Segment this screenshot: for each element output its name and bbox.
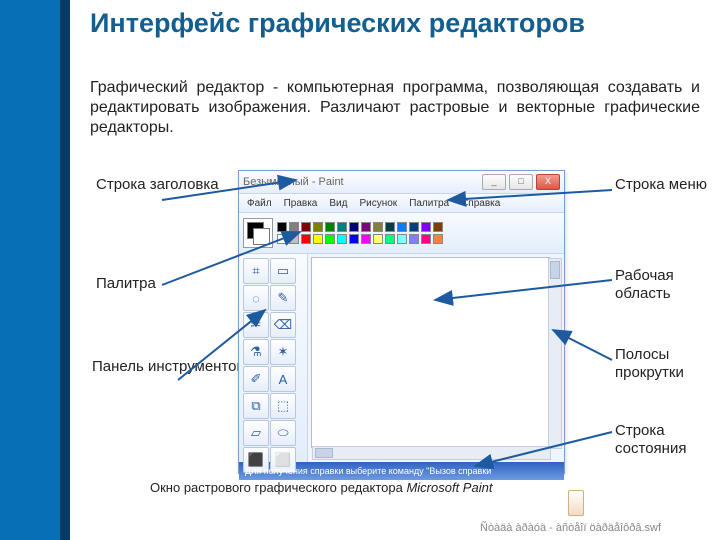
label-titlebar: Строка заголовка [96,176,219,194]
tool-button[interactable]: ⚗ [243,339,269,365]
label-statusbar: Строка состояния [615,422,720,458]
color-swatch[interactable] [349,234,359,244]
tool-button[interactable]: ⬭ [270,420,296,446]
paint-menubar: Файл Правка Вид Рисунок Палитра Справка [239,194,564,213]
paint-toolbox: ⌗▭◌✎✂⌫⚗✶✐A⧉⬚▱⬭⬛⬜ [239,254,308,462]
vertical-scrollbar[interactable] [548,258,562,449]
paint-body: ⌗▭◌✎✂⌫⚗✶✐A⧉⬚▱⬭⬛⬜ [239,254,564,462]
color-swatch[interactable] [337,234,347,244]
tool-button[interactable]: A [270,366,296,392]
tool-button[interactable]: ⬚ [270,393,296,419]
color-swatch[interactable] [337,222,347,232]
minimize-button[interactable]: _ [482,174,506,190]
menu-item[interactable]: Рисунок [359,198,397,209]
color-swatch[interactable] [301,222,311,232]
paint-titlebar[interactable]: Безымянный - Paint _ □ X [239,171,564,194]
color-swatch[interactable] [361,222,371,232]
color-swatch[interactable] [373,222,383,232]
paint-title-text: Безымянный - Paint [243,176,344,188]
maximize-button[interactable]: □ [509,174,533,190]
color-swatch[interactable] [313,234,323,244]
menu-item[interactable]: Правка [284,198,318,209]
color-grid [277,222,443,244]
color-swatch[interactable] [421,222,431,232]
color-swatch[interactable] [313,222,323,232]
label-workarea: Рабочая область [615,267,720,303]
tool-button[interactable]: ◌ [243,285,269,311]
garbled-footer-text: Ñòàäà àðàóä - àñòåîï öàðäåîôðâ.swf [480,522,661,534]
paint-palette [239,213,564,254]
color-swatch[interactable] [289,222,299,232]
color-swatch[interactable] [373,234,383,244]
color-swatch[interactable] [325,234,335,244]
slide-title: Интерфейс графических редакторов [90,8,585,39]
close-button[interactable]: X [536,174,560,190]
tool-button[interactable]: ✶ [270,339,296,365]
menu-item[interactable]: Справка [461,198,500,209]
status-text: Для получения справки выберите команду "… [245,466,494,476]
caption-prefix: Окно растрового графического редактора [150,480,406,495]
current-color-swatch[interactable] [243,218,273,248]
tool-button[interactable]: ✎ [270,285,296,311]
tool-button[interactable]: ▱ [243,420,269,446]
tool-button[interactable]: ✐ [243,366,269,392]
slide-description: Графический редактор - компьютерная прог… [90,78,700,138]
color-swatch[interactable] [409,234,419,244]
color-swatch[interactable] [433,222,443,232]
file-icon [568,490,584,516]
tool-button[interactable]: ✂ [243,312,269,338]
menu-item[interactable]: Вид [329,198,347,209]
tool-button[interactable]: ⧉ [243,393,269,419]
color-swatch[interactable] [301,234,311,244]
caption-emphasis: Microsoft Paint [406,480,492,495]
figure-caption: Окно растрового графического редактора M… [150,480,492,495]
horizontal-scrollbar[interactable] [312,446,551,460]
color-swatch[interactable] [325,222,335,232]
tool-button[interactable]: ▭ [270,258,296,284]
label-toolbox: Панель инструментов [92,358,244,376]
color-swatch[interactable] [349,222,359,232]
paint-window: Безымянный - Paint _ □ X Файл Правка Вид… [238,170,565,474]
color-swatch[interactable] [385,222,395,232]
menu-item[interactable]: Файл [247,198,272,209]
color-swatch[interactable] [385,234,395,244]
color-swatch[interactable] [433,234,443,244]
tool-button[interactable]: ⌗ [243,258,269,284]
label-scrollbars: Полосы прокрутки [615,346,720,382]
label-menubar: Строка меню [615,176,707,194]
color-swatch[interactable] [397,234,407,244]
canvas-area[interactable] [311,257,550,448]
color-swatch[interactable] [361,234,371,244]
color-swatch[interactable] [277,222,287,232]
color-swatch[interactable] [409,222,419,232]
label-palette: Палитра [96,275,156,293]
tool-button[interactable]: ⌫ [270,312,296,338]
slide-accent-bar [0,0,70,540]
color-swatch[interactable] [421,234,431,244]
color-swatch[interactable] [289,234,299,244]
color-swatch[interactable] [277,234,287,244]
color-swatch[interactable] [397,222,407,232]
menu-item[interactable]: Палитра [409,198,449,209]
